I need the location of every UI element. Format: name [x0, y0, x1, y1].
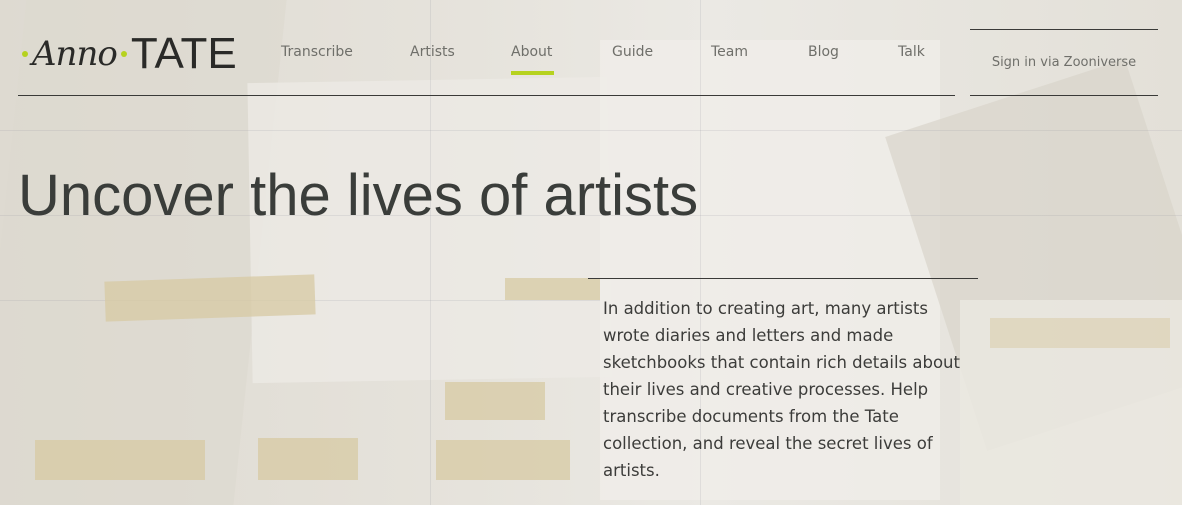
anno-tate-logo[interactable]: Anno TATE [22, 29, 237, 78]
nav-transcribe[interactable]: Transcribe [281, 44, 353, 60]
page-title: Uncover the lives of artists [18, 163, 699, 228]
logo-dot-icon [120, 51, 127, 57]
intro-divider [588, 278, 978, 279]
nav-team[interactable]: Team [711, 44, 748, 60]
nav-about[interactable]: About [511, 44, 552, 60]
header-divider [18, 95, 955, 96]
logo-caps-text: TATE [130, 29, 237, 78]
nav-artists[interactable]: Artists [410, 44, 455, 60]
intro-paragraph: In addition to creating art, many artist… [603, 299, 960, 480]
signin-button[interactable]: Sign in via Zooniverse [970, 30, 1158, 95]
logo-dot-icon [22, 51, 28, 57]
logo-script-text: Anno [32, 34, 118, 74]
signin-bottom-divider [970, 95, 1158, 96]
nav-guide[interactable]: Guide [612, 44, 653, 60]
active-nav-indicator [511, 71, 554, 75]
nav-talk[interactable]: Talk [898, 44, 925, 60]
nav-blog[interactable]: Blog [808, 44, 839, 60]
